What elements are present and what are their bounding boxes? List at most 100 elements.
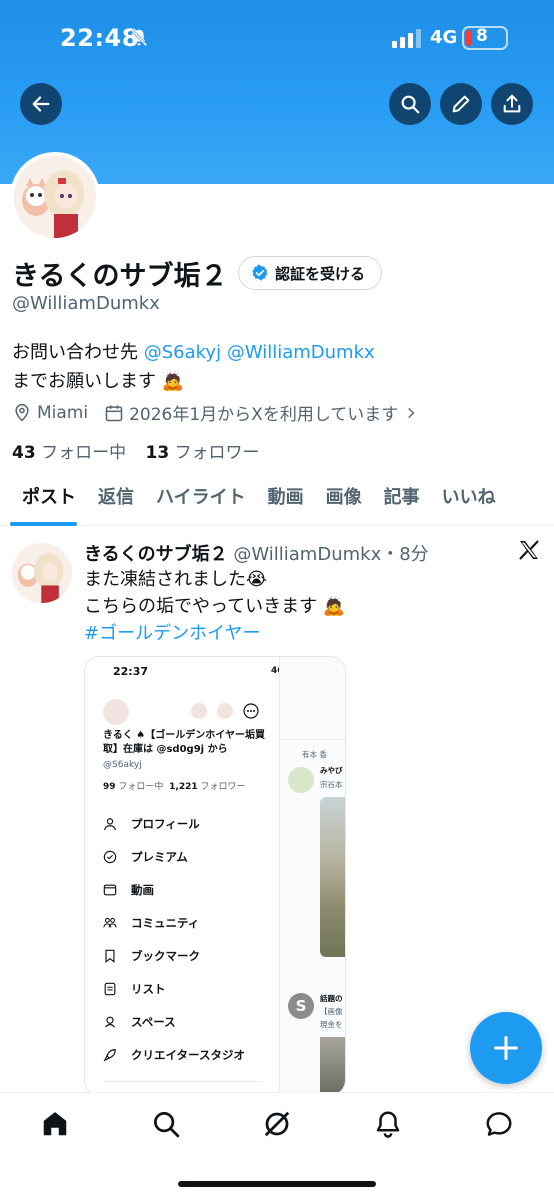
share-button[interactable] [491,83,533,125]
embedded-account-avatar [217,703,233,719]
bowing-emoji-icon: 🙇 [322,596,346,617]
x-logo-icon [519,540,539,560]
embedded-menu-item: プレミアム [103,840,245,873]
embedded-menu-label: クリエイタースタジオ [131,1047,245,1062]
location-text: Miami [37,402,89,423]
embedded-menu-item: コミュニティ [103,906,245,939]
tab-articles[interactable]: 記事 [373,472,431,526]
list-icon [104,982,116,995]
bookmark-icon [105,949,115,963]
embedded-menu-label: プレミアム [131,849,188,864]
person-icon [104,817,116,830]
chevron-right-icon[interactable] [404,403,418,423]
search-button[interactable] [389,83,431,125]
back-button[interactable] [20,83,62,125]
battery-level: 8 [476,26,488,46]
embedded-menu-item: クリエイタースタジオ [103,1038,245,1071]
tab-replies[interactable]: 返信 [87,472,145,526]
tab-videos[interactable]: 動画 [257,472,315,526]
post-handle-time: @WilliamDumkx・8分 [233,544,429,565]
followers-link[interactable]: 13 フォロワー [145,443,259,463]
status-bar: 22:48 4G 8 [0,22,554,54]
embedded-menu-label: ブックマーク [131,948,200,963]
embedded-menu-label: プロフィール [131,816,200,831]
profile-avatar[interactable] [10,152,100,242]
following-count: 43 [12,443,36,463]
premium-badge-icon [103,850,117,863]
avatar-illustration [14,156,96,238]
post-hashtag[interactable]: #ゴールデンホイヤー [84,620,345,647]
followers-count: 13 [145,443,170,463]
grok-icon[interactable] [262,1109,292,1139]
spaces-icon [105,1016,115,1028]
get-verified-button[interactable]: 認証を受ける [238,256,383,290]
post-author-name[interactable]: きるくのサブ垢２ [84,544,228,565]
bio-mention-link[interactable]: @S6akyj [144,342,221,363]
embedded-menu-item: 動画 [103,873,245,906]
bio-text: お問い合わせ先 [12,342,144,363]
embedded-peek-avatar [288,767,314,793]
profile-bio: お問い合わせ先 @S6akyj @WilliamDumkx までお願いします 🙇 [12,338,375,396]
search-icon [401,95,420,114]
share-icon [503,94,521,113]
joined-text: 2026年1月からXを利用しています [129,405,399,425]
messages-icon[interactable] [484,1109,514,1139]
profile-name: きるくのサブ垢２ [12,261,228,292]
embedded-peek-text: 【画像 [320,1007,343,1016]
embedded-follow: 99 フォロー中 1,221 フォロワー [103,779,246,792]
followers-label: フォロワー [174,443,260,463]
post-line: こちらの垢でやっていきます [84,596,318,617]
notifications-bell-icon[interactable] [373,1109,403,1139]
embedded-peek-photo [320,797,345,957]
embedded-menu-label: 動画 [131,882,154,897]
embedded-menu: プロフィール プレミアム 動画 コミュニティ ブックマーク リスト スペース ク… [103,807,245,1071]
embedded-timeline-peek: 有本 香 みやび 宗谷本 S 話題の 【画像 現金を [279,657,345,1095]
follow-stats: 43 フォロー中 13 フォロワー [12,438,260,463]
verified-badge-icon [252,264,268,281]
embedded-peek-text: 有本 香 [302,750,327,759]
embedded-name: きるく ♠【ゴールデンホイヤー垢買取】在庫は @sd0g9j から [103,730,265,755]
following-label: フォロー中 [41,443,127,463]
compose-post-button[interactable] [470,1012,542,1084]
post-media-image[interactable]: 22:37 4G 11 きるく ♠【ゴールデンホイヤー垢買取】在庫は @sd0g… [84,656,346,1096]
embedded-peek-text: みやび [320,766,343,775]
home-icon[interactable] [40,1109,70,1139]
embedded-handle: @S6akyj [103,760,142,770]
embedded-peek-text: 話題の [320,994,343,1003]
embedded-following-count: 99 [103,782,116,792]
plus-icon [493,1035,519,1061]
embedded-menu-item: リスト [103,972,245,1005]
bio-text: までお願いします [12,371,156,392]
bowing-emoji-icon: 🙇 [161,371,185,392]
embedded-menu-item: プロフィール [103,807,245,840]
get-verified-label: 認証を受ける [275,264,366,283]
post-avatar[interactable] [12,543,72,603]
embedded-peek-avatar-s: S [288,993,314,1019]
bio-mention-link[interactable]: @WilliamDumkx [227,342,375,363]
embedded-avatar [103,699,129,725]
embedded-menu-label: コミュニティ [131,915,200,930]
community-icon [103,917,117,927]
tab-highlights[interactable]: ハイライト [145,472,257,526]
embedded-divider [103,1081,263,1082]
tab-posts[interactable]: ポスト [0,472,87,526]
profile-tabs: ポスト 返信 ハイライト 動画 画像 記事 いいね [0,472,554,526]
embedded-peek-text: 宗谷本 [320,780,343,789]
profile-meta: Miami 2026年1月からXを利用しています [12,400,423,425]
back-arrow-icon [32,96,50,112]
video-icon [103,884,117,895]
crying-emoji-icon: 😭 [246,569,268,590]
embedded-menu-item: ブックマーク [103,939,245,972]
signal-icon [392,29,421,48]
following-link[interactable]: 43 フォロー中 [12,443,126,463]
tab-images[interactable]: 画像 [315,472,373,526]
location-icon [15,403,29,422]
profile-handle: @WilliamDumkx [12,293,160,314]
search-icon[interactable] [151,1109,181,1139]
post-line: また凍結されました [84,569,246,590]
edit-button[interactable] [440,83,482,125]
pencil-icon [452,95,470,113]
post-text: また凍結されました😭 こちらの垢でやっていきます 🙇 #ゴールデンホイヤー [84,566,345,647]
embedded-followers-label: フォロワー [200,782,246,792]
tab-likes[interactable]: いいね [431,472,507,526]
